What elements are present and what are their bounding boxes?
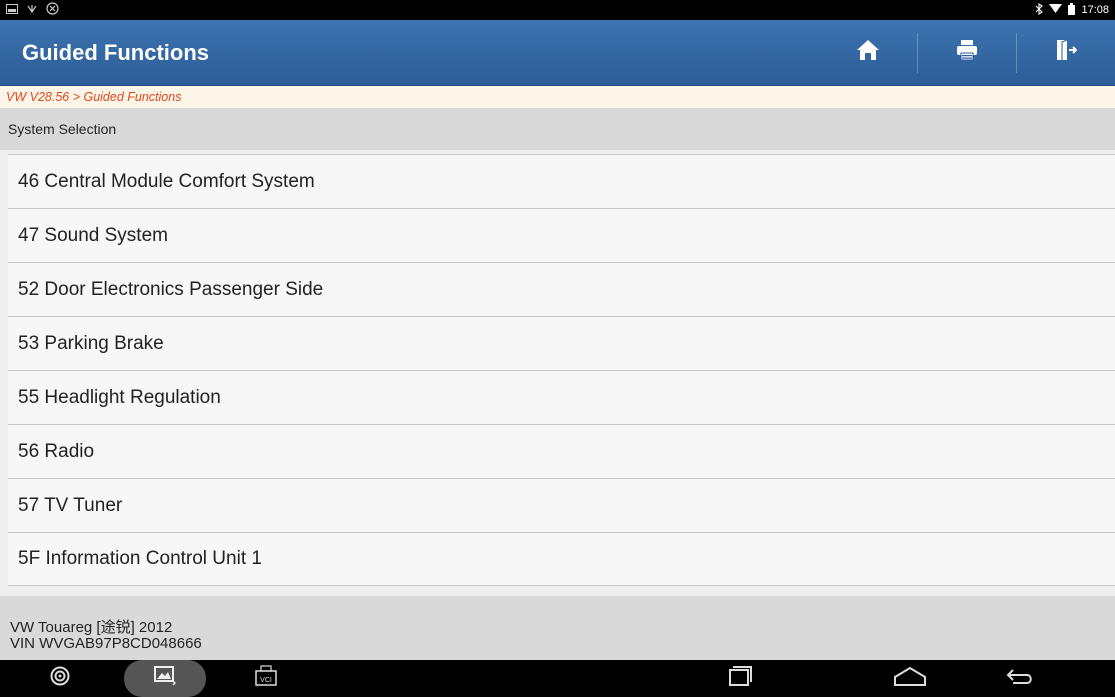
exit-button[interactable] (1017, 20, 1115, 86)
vci-icon: VCI (254, 665, 278, 692)
vci-button[interactable]: VCI (246, 660, 286, 697)
diagnostic-icon (46, 2, 59, 18)
list-item[interactable]: 47 Sound System (8, 208, 1115, 262)
status-left (6, 2, 59, 18)
bluetooth-icon (1035, 2, 1044, 18)
list-item[interactable]: 56 Radio (8, 424, 1115, 478)
status-bar: 17:08 (0, 0, 1115, 20)
app-header: Guided Functions (0, 20, 1115, 86)
vehicle-vin: VIN WVGAB97P8CD048666 (10, 635, 202, 652)
list-item[interactable]: 55 Headlight Regulation (8, 370, 1115, 424)
recent-apps-button[interactable] (710, 660, 770, 697)
list-item[interactable]: 5F Information Control Unit 1 (8, 532, 1115, 586)
battery-icon (1068, 2, 1076, 18)
svg-text:VCI: VCI (260, 677, 272, 684)
status-right: 17:08 (1035, 2, 1109, 18)
home-nav-button[interactable] (880, 660, 940, 697)
home-nav-icon (893, 666, 927, 691)
back-icon (1005, 666, 1035, 691)
clock: 17:08 (1081, 4, 1109, 16)
gallery-icon (154, 666, 177, 691)
print-button[interactable] (918, 20, 1016, 86)
wifi-icon (1049, 3, 1063, 17)
system-nav-bar: VCI (0, 660, 1115, 697)
usb-icon (26, 3, 38, 18)
system-list: 46 Central Module Comfort System 47 Soun… (8, 154, 1115, 586)
exit-icon (1055, 39, 1078, 66)
app-icon (50, 666, 70, 691)
app-button[interactable] (40, 660, 80, 697)
vehicle-info: VW Touareg [途锐] 2012 VIN WVGAB97P8CD0486… (0, 596, 1115, 660)
recent-apps-icon (727, 665, 753, 692)
list-item[interactable]: 53 Parking Brake (8, 316, 1115, 370)
breadcrumb: VW V28.56 > Guided Functions (0, 86, 1115, 108)
home-icon (856, 39, 880, 66)
list-item[interactable]: 57 TV Tuner (8, 478, 1115, 532)
list-item[interactable]: 46 Central Module Comfort System (8, 154, 1115, 208)
screenshot-icon (6, 3, 18, 17)
page-title: Guided Functions (22, 39, 209, 65)
app-window: 17:08 Guided Functions VW V28.56 > Guide… (0, 0, 1115, 697)
list-item[interactable]: 52 Door Electronics Passenger Side (8, 262, 1115, 316)
home-button[interactable] (819, 20, 917, 86)
gallery-button-icon[interactable] (145, 660, 185, 697)
section-title: System Selection (0, 108, 1115, 150)
back-button[interactable] (990, 660, 1050, 697)
vehicle-model: VW Touareg [途锐] 2012 (10, 619, 173, 636)
print-icon (956, 39, 978, 66)
